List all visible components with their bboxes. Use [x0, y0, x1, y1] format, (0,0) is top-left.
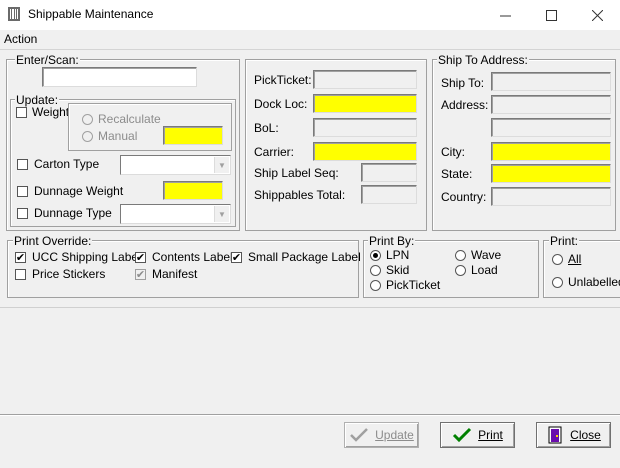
minimize-icon [499, 15, 511, 16]
country-label: Country: [441, 190, 487, 204]
section-divider [0, 307, 620, 308]
ucc-shipping-label-text: UCC Shipping Label [32, 250, 141, 264]
manual-radio[interactable] [82, 131, 93, 142]
print-by-load-radio[interactable] [455, 265, 466, 276]
update-button-label: Update [375, 428, 414, 442]
carrier-input[interactable] [313, 142, 417, 161]
country-field [491, 187, 611, 206]
dunnage-weight-label: Dunnage Weight [34, 184, 124, 198]
print-button-label: Print [478, 428, 503, 442]
address-line1-field [491, 95, 611, 114]
print-unlabelled-label: Unlabelled [568, 275, 620, 289]
price-stickers-checkbox[interactable] [15, 269, 26, 280]
dunnage-weight-checkbox[interactable] [17, 186, 28, 197]
ucc-shipping-label-checkbox[interactable]: ✔ [15, 252, 26, 263]
state-input[interactable] [491, 164, 611, 183]
print-button[interactable]: Print [440, 422, 515, 448]
weight-checkbox[interactable] [16, 107, 27, 118]
enter-scan-label: Enter/Scan: [15, 53, 80, 67]
dunnage-weight-input[interactable] [163, 181, 223, 200]
address-line2-field [491, 118, 611, 137]
title-bar: Shippable Maintenance [0, 0, 620, 30]
contents-label-text: Contents Label [152, 250, 233, 264]
print-override-label: Print Override: [13, 234, 93, 248]
manifest-text: Manifest [152, 267, 198, 281]
manual-label: Manual [98, 129, 138, 143]
address-label: Address: [441, 98, 489, 112]
print-by-skid-label: Skid [386, 263, 410, 277]
maximize-button[interactable] [528, 0, 574, 30]
print-by-load-label: Load [471, 263, 498, 277]
shippables-total-field [361, 185, 417, 204]
checkmark-icon [453, 427, 472, 443]
button-bar-divider [0, 414, 620, 415]
price-stickers-text: Price Stickers [32, 267, 106, 281]
dunnage-type-select[interactable]: ▼ [120, 204, 231, 224]
print-all-label: All [568, 252, 582, 266]
ship-to-group-label: Ship To Address: [437, 53, 529, 67]
close-button-label: Close [570, 428, 601, 442]
ship-to-field [491, 72, 611, 91]
shippables-total-label: Shippables Total: [254, 188, 346, 202]
dunnage-type-label: Dunnage Type [34, 206, 112, 220]
carton-type-checkbox[interactable] [17, 159, 28, 170]
app-icon [8, 7, 20, 21]
print-by-wave-label: Wave [471, 248, 502, 262]
window-title: Shippable Maintenance [28, 7, 154, 21]
city-label: City: [441, 145, 465, 159]
city-input[interactable] [491, 142, 611, 161]
print-group-label: Print: [549, 234, 580, 248]
small-package-label-text: Small Package Label [248, 250, 361, 264]
checkmark-icon [350, 428, 369, 442]
close-window-button[interactable] [574, 0, 620, 30]
menu-bar: Action [0, 30, 620, 49]
manual-weight-input[interactable] [163, 126, 223, 145]
ship-to-label: Ship To: [441, 76, 485, 90]
print-all-radio[interactable] [552, 254, 563, 265]
manifest-checkbox[interactable]: ✔ [135, 269, 146, 280]
dock-loc-label: Dock Loc: [254, 97, 308, 111]
update-button[interactable]: Update [344, 422, 419, 448]
dunnage-type-checkbox[interactable] [17, 208, 28, 219]
bol-field [313, 118, 417, 137]
bol-label: BoL: [254, 121, 279, 135]
print-by-skid-radio[interactable] [370, 265, 381, 276]
print-unlabelled-radio[interactable] [552, 277, 563, 288]
state-label: State: [441, 167, 473, 181]
carton-type-select[interactable]: ▼ [120, 155, 231, 175]
minimize-button[interactable] [482, 0, 528, 30]
contents-label-checkbox[interactable]: ✔ [135, 252, 146, 263]
carton-type-label: Carton Type [34, 157, 100, 171]
menu-divider [0, 49, 620, 50]
ship-label-seq-label: Ship Label Seq: [254, 166, 339, 180]
print-group [543, 240, 620, 298]
close-button[interactable]: Close [536, 422, 611, 448]
close-icon [591, 9, 603, 21]
print-by-pickticket-radio[interactable] [370, 280, 381, 291]
print-by-lpn-label: LPN [386, 248, 410, 262]
maximize-icon [545, 9, 557, 21]
menu-action[interactable]: Action [4, 32, 37, 46]
recalculate-radio[interactable] [82, 114, 93, 125]
weight-label: Weight [32, 105, 70, 119]
print-by-label: Print By: [368, 234, 416, 248]
ship-label-seq-field [361, 163, 417, 182]
chevron-down-icon: ▼ [214, 206, 229, 222]
door-exit-icon [548, 426, 562, 444]
small-package-label-checkbox[interactable]: ✔ [231, 252, 242, 263]
pickticket-label: PickTicket: [254, 73, 312, 87]
dock-loc-input[interactable] [313, 94, 417, 113]
print-by-lpn-radio[interactable] [370, 250, 381, 261]
print-by-wave-radio[interactable] [455, 250, 466, 261]
pickticket-field [313, 70, 417, 89]
print-by-pickticket-label: PickTicket [386, 278, 441, 292]
enter-scan-input[interactable] [42, 67, 197, 87]
chevron-down-icon: ▼ [214, 157, 229, 173]
carrier-label: Carrier: [254, 145, 295, 159]
recalculate-label: Recalculate [98, 112, 161, 126]
